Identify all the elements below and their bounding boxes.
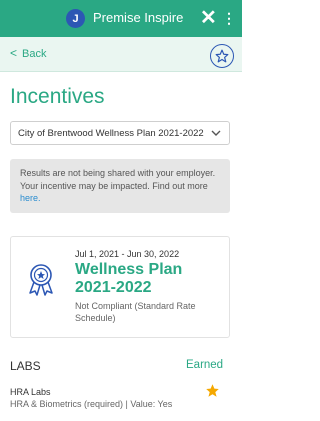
page-title: Incentives <box>10 85 105 108</box>
notice-link[interactable]: here. <box>20 193 41 203</box>
labs-section-header: LABS <box>10 359 41 373</box>
favorite-button[interactable] <box>210 44 234 68</box>
star-outline-icon <box>215 49 229 63</box>
plan-name: Wellness Plan 2021-2022 <box>75 261 183 296</box>
plan-dates: Jul 1, 2021 - Jun 30, 2022 <box>75 249 180 259</box>
window-title: Premise Inspire <box>93 10 184 25</box>
plan-select-value: City of Brentwood Wellness Plan 2021-202… <box>18 128 204 139</box>
back-button[interactable]: < Back <box>10 46 46 60</box>
star-filled-icon <box>206 384 219 397</box>
labs-status-badge: Earned <box>186 359 224 371</box>
plan-select[interactable]: City of Brentwood Wellness Plan 2021-202… <box>10 121 230 145</box>
close-icon[interactable]: ✕ <box>200 6 217 30</box>
lab-item-detail: HRA & Biometrics (required) | Value: Yes <box>10 399 173 409</box>
sharing-notice: Results are not being shared with your e… <box>10 159 230 213</box>
nav-bar: < Back <box>0 37 242 72</box>
plan-card[interactable]: Jul 1, 2021 - Jun 30, 2022 Wellness Plan… <box>10 236 230 338</box>
back-label: Back <box>22 48 47 60</box>
lab-item-name[interactable]: HRA Labs <box>10 387 51 397</box>
chevron-left-icon: < <box>10 46 18 60</box>
more-vertical-icon[interactable]: ⋮ <box>222 7 236 29</box>
chevron-down-icon <box>211 130 221 136</box>
compliance-status: Not Compliant (Standard Rate Schedule) <box>75 301 196 323</box>
award-icon <box>29 264 53 296</box>
notice-text: Results are not being shared with your e… <box>20 168 216 191</box>
app-icon: J <box>66 9 85 28</box>
title-bar: J Premise Inspire ✕ ⋮ <box>0 0 242 37</box>
